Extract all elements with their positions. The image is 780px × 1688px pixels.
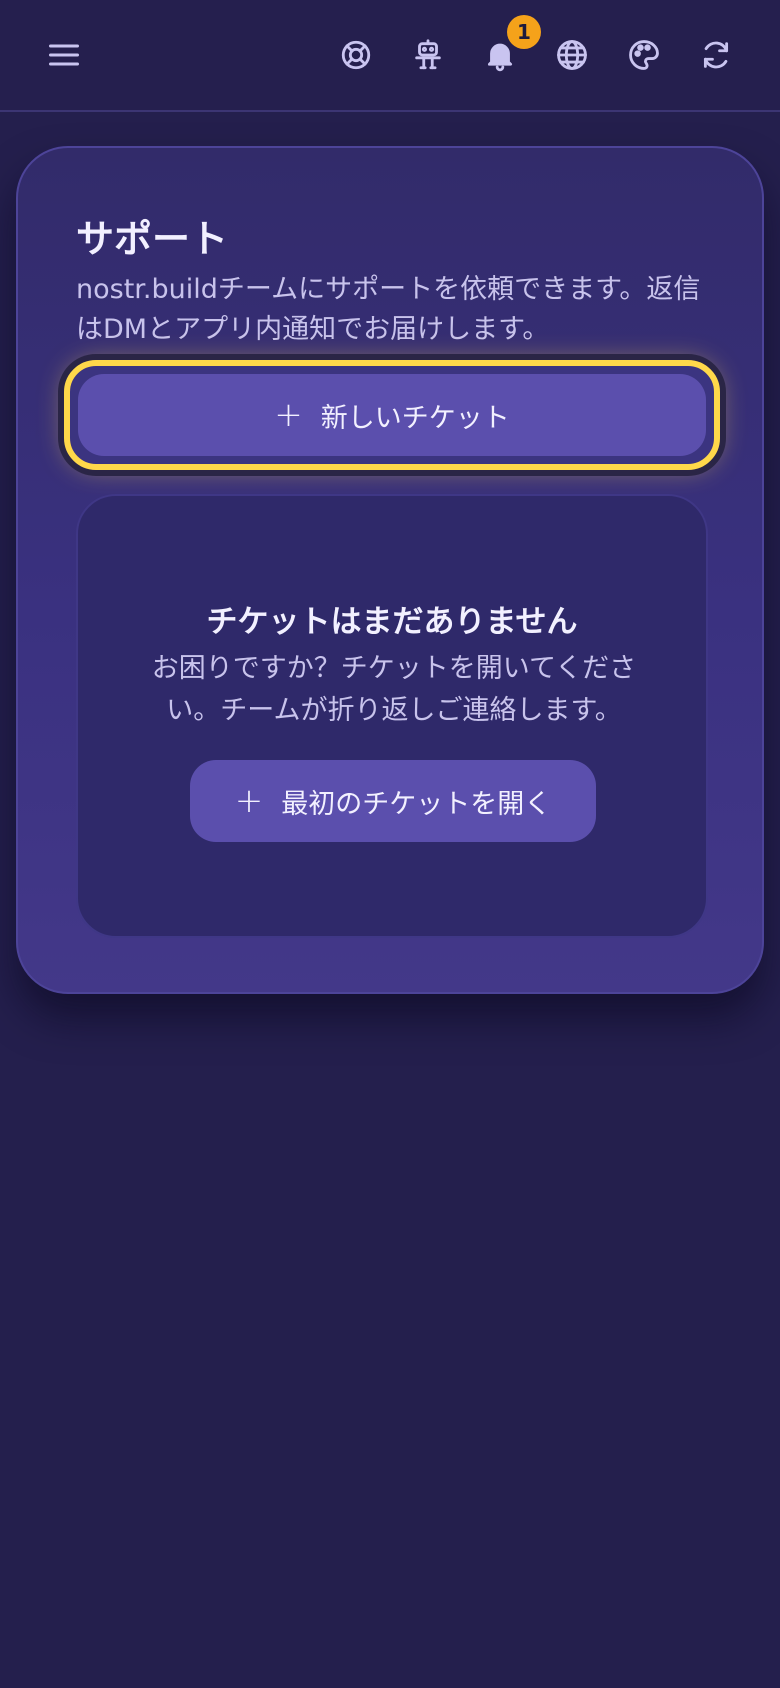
new-ticket-button[interactable]: + 新しいチケット	[78, 374, 706, 456]
top-bar: 1	[0, 0, 780, 112]
new-ticket-label: 新しいチケット	[320, 402, 510, 434]
open-first-ticket-label: 最初のチケットを開く	[281, 788, 552, 820]
open-first-ticket-button[interactable]: + 最初のチケットを開く	[190, 760, 596, 842]
empty-state-description: お困りですか？チケットを開いてください。チームが折り返しご連絡します。	[151, 653, 637, 726]
robot-button[interactable]	[400, 27, 456, 83]
support-icon	[341, 40, 371, 70]
refresh-icon	[703, 41, 729, 69]
new-ticket-focus-ring[interactable]: + 新しいチケット	[64, 360, 720, 470]
language-button[interactable]	[544, 27, 600, 83]
menu-icon	[49, 44, 79, 66]
page-title: サポート	[76, 217, 229, 261]
plus-icon: +	[234, 781, 264, 821]
empty-state-title: チケットはまだありません	[206, 604, 578, 640]
menu-button[interactable]	[36, 27, 92, 83]
plus-icon: +	[274, 395, 303, 435]
notification-badge: 1	[507, 15, 541, 49]
theme-button[interactable]	[616, 27, 672, 83]
empty-state: チケットはまだありません お困りですか？チケットを開いてください。チームが折り返…	[76, 494, 708, 938]
support-card: サポート nostr.buildチームにサポートを依頼できます。返信はDMとアプ…	[16, 146, 764, 994]
robot-icon	[415, 39, 441, 70]
palette-icon	[629, 40, 659, 70]
support-description: nostr.buildチームにサポートを依頼できます。返信はDMとアプリ内通知で…	[76, 274, 701, 345]
refresh-button[interactable]	[688, 27, 744, 83]
globe-icon	[557, 40, 587, 70]
support-button[interactable]	[328, 27, 384, 83]
